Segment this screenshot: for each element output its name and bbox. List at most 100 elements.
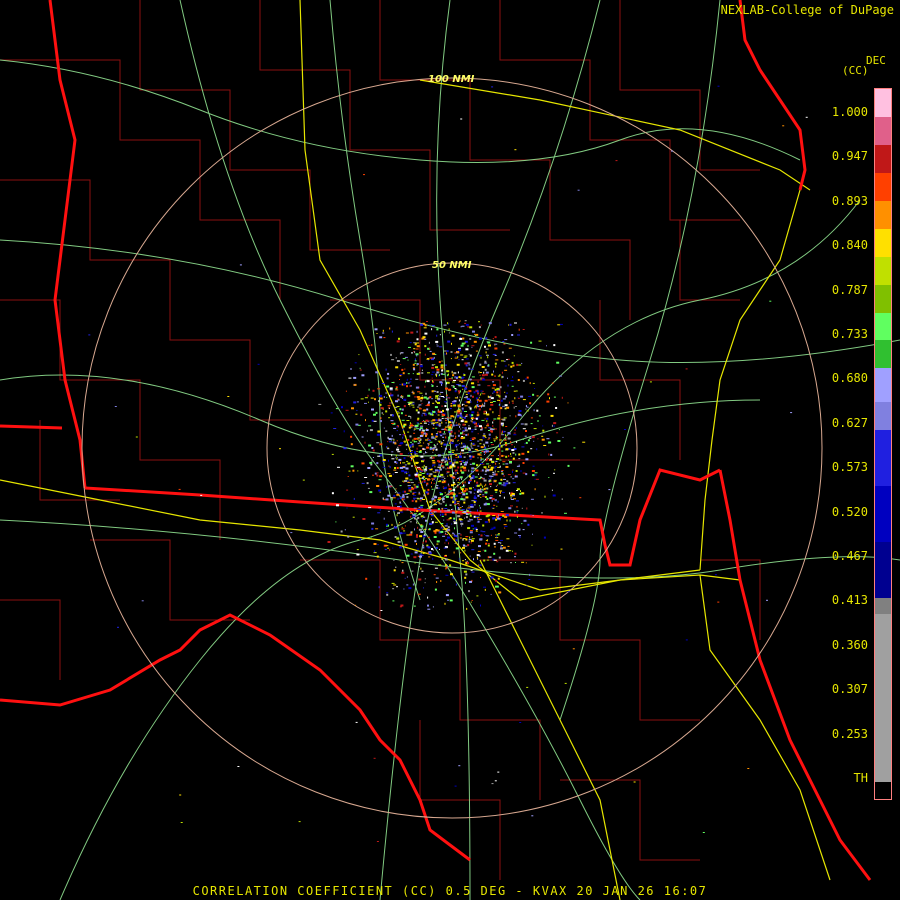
echo-pixel: [560, 548, 563, 550]
echo-pixel: [424, 472, 426, 474]
echo-pixel: [518, 328, 520, 331]
echo-pixel: [413, 495, 417, 497]
echo-pixel: [458, 503, 460, 506]
echo-pixel: [546, 400, 550, 403]
echo-pixel: [428, 552, 432, 555]
echo-pixel: [475, 528, 478, 530]
echo-pixel: [471, 446, 473, 448]
echo-pixel: [445, 436, 447, 439]
echo-pixel: [473, 391, 476, 394]
echo-pixel: [395, 566, 397, 568]
echo-pixel: [525, 408, 527, 410]
echo-pixel: [487, 518, 490, 521]
echo-pixel: [440, 366, 444, 369]
echo-pixel: [469, 354, 472, 357]
echo-pixel: [429, 350, 432, 352]
echo-pixel: [517, 396, 519, 398]
echo-pixel: [452, 532, 454, 534]
echo-pixel: [428, 423, 430, 425]
echo-pixel: [505, 463, 509, 465]
echo-pixel: [432, 606, 434, 608]
echo-pixel: [470, 420, 472, 422]
echo-pixel: [493, 438, 495, 440]
echo-pixel: [544, 495, 546, 498]
echo-pixel: [413, 605, 416, 607]
echo-pixel: [484, 588, 486, 591]
echo-pixel: [438, 372, 440, 374]
echo-pixel: [497, 533, 500, 535]
echo-pixel: [375, 528, 379, 530]
echo-pixel: [486, 417, 489, 420]
echo-pixel: [423, 481, 426, 483]
echo-pixel: [501, 491, 505, 493]
echo-pixel: [364, 397, 368, 399]
echo-pixel: [534, 488, 536, 491]
echo-pixel: [550, 559, 552, 561]
echo-pixel: [482, 549, 484, 551]
echo-pixel: [524, 443, 526, 445]
legend-swatch: [875, 401, 891, 430]
echo-pixel: [445, 422, 447, 424]
echo-pixel: [462, 560, 465, 562]
echo-pixel: [447, 475, 449, 477]
echo-pixel: [426, 546, 430, 548]
echo-pixel: [452, 577, 454, 580]
echo-pixel: [449, 504, 452, 506]
echo-pixel: [479, 564, 482, 566]
echo-pixel: [406, 460, 409, 462]
echo-pixel: [685, 368, 688, 370]
echo-pixel: [396, 426, 399, 428]
echo-pixel: [523, 519, 527, 522]
echo-pixel: [479, 505, 480, 507]
echo-pixel: [472, 475, 475, 478]
echo-pixel: [498, 517, 502, 518]
echo-pixel: [557, 324, 561, 326]
echo-pixel: [446, 381, 450, 384]
echo-pixel: [504, 391, 506, 393]
echo-pixel: [468, 335, 470, 337]
echo-pixel: [434, 466, 436, 468]
echo-pixel: [451, 523, 453, 525]
echo-pixel: [417, 442, 420, 444]
echo-pixel: [416, 468, 420, 469]
echo-pixel: [429, 447, 432, 450]
echo-pixel: [407, 452, 409, 454]
echo-pixel: [396, 406, 400, 407]
echo-pixel: [459, 486, 461, 489]
echo-pixel: [477, 494, 480, 497]
echo-pixel: [419, 470, 423, 472]
echo-pixel: [477, 457, 479, 459]
echo-pixel: [417, 593, 421, 595]
echo-pixel: [413, 351, 414, 353]
echo-pixel: [492, 392, 494, 394]
echo-pixel: [441, 508, 443, 511]
echo-pixel: [521, 561, 525, 563]
echo-pixel: [411, 443, 414, 445]
echo-pixel: [447, 418, 449, 421]
echo-pixel: [508, 507, 512, 510]
echo-pixel: [381, 412, 383, 414]
echo-pixel: [422, 545, 425, 547]
echo-pixel: [431, 521, 434, 524]
echo-pixel: [453, 494, 456, 497]
echo-pixel: [475, 515, 479, 517]
echo-pixel: [553, 344, 556, 347]
echo-pixel: [435, 433, 438, 434]
echo-pixel: [477, 400, 478, 403]
echo-pixel: [406, 496, 409, 499]
echo-pixel: [455, 547, 459, 550]
echo-pixel: [414, 478, 418, 480]
echo-pixel: [378, 479, 382, 481]
legend-label: 0.467: [831, 549, 868, 563]
echo-pixel: [337, 466, 340, 468]
echo-pixel: [404, 543, 408, 546]
echo-pixel: [401, 526, 403, 528]
echo-pixel: [510, 499, 514, 500]
echo-pixel: [436, 485, 439, 487]
echo-pixel: [489, 465, 491, 466]
echo-pixel: [454, 438, 456, 439]
echo-pixel: [451, 421, 454, 424]
echo-pixel: [439, 334, 441, 336]
echo-pixel: [671, 150, 674, 152]
echo-pixel: [480, 429, 482, 431]
